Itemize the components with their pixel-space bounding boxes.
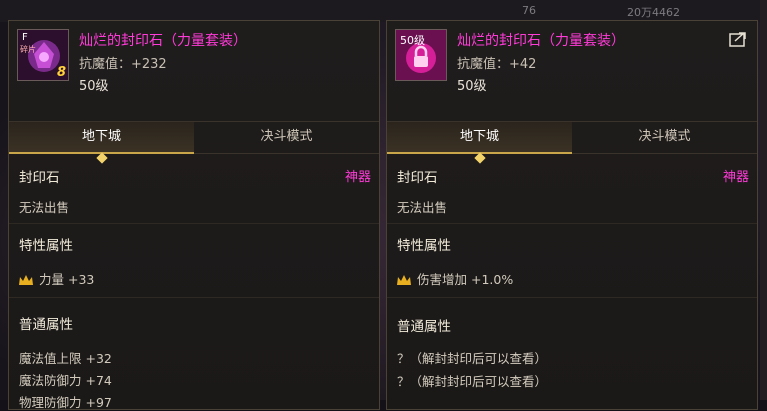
tooltip-header: 50级 灿烂的封印石（力量套装） 抗魔值：+42 50级 <box>387 21 757 113</box>
item-type: 封印石 <box>19 170 60 186</box>
normal-attr-header: 普通属性 <box>397 319 451 335</box>
top-status-strip: 76 20万4462 <box>0 0 767 22</box>
icon-grade-letter: F <box>22 32 28 43</box>
crown-icon <box>397 275 411 285</box>
item-tooltip-left: F 碎片 8 灿烂的封印石（力量套装） 抗魔值：+232 50级 地下城 决斗模… <box>8 20 380 410</box>
normal-attr-line: ？（解封封印后可以查看） <box>397 374 548 389</box>
icon-count: 8 <box>56 65 66 80</box>
sell-status: 无法出售 <box>19 200 70 215</box>
share-icon[interactable] <box>729 31 747 47</box>
active-tab-marker <box>95 152 108 164</box>
section-divider <box>9 223 379 224</box>
seal-stone-icon[interactable]: F 碎片 8 <box>17 29 69 81</box>
special-attr-header: 特性属性 <box>19 238 73 254</box>
normal-attr-header: 普通属性 <box>19 317 73 333</box>
normal-attr-line: 魔法防御力 +74 <box>19 373 112 388</box>
item-level: 50级 <box>79 79 109 94</box>
crown-icon <box>19 275 33 285</box>
special-attr-text: 伤害增加 +1.0% <box>417 272 514 287</box>
rarity-label: 神器 <box>722 170 749 185</box>
tab-dungeon[interactable]: 地下城 <box>387 122 572 154</box>
magic-resist-stat: 抗魔值：+232 <box>79 57 167 72</box>
mode-tabs: 地下城 决斗模式 <box>9 121 379 164</box>
rarity-label: 神器 <box>344 170 371 185</box>
sell-status: 无法出售 <box>397 200 448 215</box>
special-attr-text: 力量 +33 <box>39 272 95 287</box>
special-attr-line: 伤害增加 +1.0% <box>397 269 513 288</box>
item-level: 50级 <box>457 79 487 94</box>
tooltip-header: F 碎片 8 灿烂的封印石（力量套装） 抗魔值：+232 50级 <box>9 21 379 113</box>
icon-level-badge: 50级 <box>400 34 425 47</box>
sealed-stone-icon[interactable]: 50级 <box>395 29 447 81</box>
item-tooltip-right: 50级 灿烂的封印石（力量套装） 抗魔值：+42 50级 地下城 决斗模式 封印… <box>386 20 758 410</box>
magic-resist-stat: 抗魔值：+42 <box>457 57 537 72</box>
normal-attr-line: ？（解封封印后可以查看） <box>397 351 548 366</box>
normal-attr-line: 魔法值上限 +32 <box>19 351 112 366</box>
top-value-a: 76 <box>522 4 536 17</box>
tab-pvp[interactable]: 决斗模式 <box>194 122 379 154</box>
special-attr-line: 力量 +33 <box>19 269 94 288</box>
mode-tabs: 地下城 决斗模式 <box>387 121 757 164</box>
section-divider <box>9 297 379 298</box>
icon-corner-badge: 碎片 <box>20 45 36 54</box>
window-edge <box>760 0 767 400</box>
section-divider <box>387 297 757 298</box>
top-value-b: 20万4462 <box>627 6 680 19</box>
item-name: 灿烂的封印石（力量套装） <box>79 33 247 49</box>
tab-pvp[interactable]: 决斗模式 <box>572 122 757 154</box>
item-type: 封印石 <box>397 170 438 186</box>
section-divider <box>387 223 757 224</box>
active-tab-marker <box>473 152 486 164</box>
tab-dungeon[interactable]: 地下城 <box>9 122 194 154</box>
normal-attr-line: 物理防御力 +97 <box>19 395 112 410</box>
special-attr-header: 特性属性 <box>397 238 451 254</box>
item-name: 灿烂的封印石（力量套装） <box>457 33 625 49</box>
